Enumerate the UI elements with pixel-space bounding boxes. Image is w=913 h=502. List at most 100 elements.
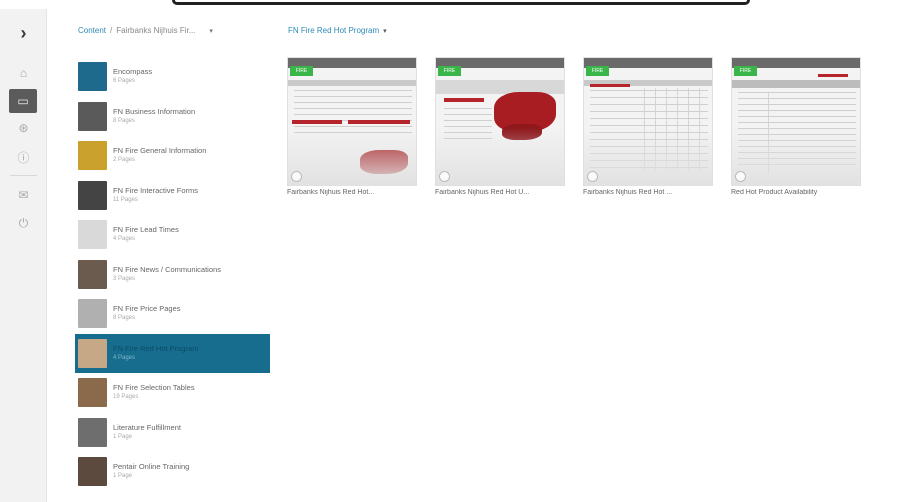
folder-item[interactable]: FN Fire General Information 2 Pages <box>75 136 270 176</box>
preview-line <box>738 110 856 111</box>
preview-icon <box>439 171 450 182</box>
folder-item[interactable]: Pentair Online Training 1 Page <box>75 452 270 492</box>
mail-icon[interactable]: ✉ <box>0 183 47 207</box>
folder-name: FN Fire General Information <box>113 146 207 156</box>
folder-page-count: 1 Page <box>113 473 133 480</box>
document-preview[interactable]: FIRE <box>583 57 713 186</box>
preview-icon <box>587 171 598 182</box>
preview-icon <box>291 171 302 182</box>
document-title[interactable]: Fairbanks Nijhuis Red Hot... <box>287 189 417 196</box>
fire-badge: FIRE <box>290 66 313 76</box>
document-grid: FIRE Fairbanks Nijhuis Red Hot... FIRE Fair… <box>287 57 879 196</box>
compass-icon[interactable]: ⊛ <box>0 116 47 140</box>
folder-page-count: 4 Pages <box>113 236 136 243</box>
power-icon[interactable]: ⏻ <box>0 211 47 235</box>
preview-redbar <box>590 84 630 87</box>
folder-thumbnail <box>78 62 107 92</box>
folder-thumbnail <box>78 417 107 447</box>
folder-name: Literature Fulfillment <box>113 422 181 432</box>
current-folder-menu[interactable]: FN Fire Red Hot Program ▾ <box>288 26 387 35</box>
folder-name: FN Fire Selection Tables <box>113 383 195 393</box>
folder-name: FN Fire Interactive Forms <box>113 185 199 195</box>
folder-thumbnail <box>78 299 107 329</box>
breadcrumb-separator: / <box>110 26 113 35</box>
folder-item[interactable]: FN Fire Interactive Forms 11 Pages <box>75 176 270 216</box>
preview-fade <box>288 127 416 185</box>
chevron-down-icon[interactable]: ▾ <box>209 27 213 35</box>
folder-item[interactable]: FN Fire Lead Times 4 Pages <box>75 215 270 255</box>
preview-line <box>738 122 856 123</box>
folder-item[interactable]: FN Business Information 8 Pages <box>75 97 270 137</box>
document-preview[interactable]: FIRE <box>435 57 565 186</box>
folder-thumbnail <box>78 180 107 210</box>
preview-line <box>738 104 856 105</box>
info-icon[interactable]: ⓘ <box>0 145 47 169</box>
folder-page-count: 6 Pages <box>113 78 136 85</box>
document-preview[interactable]: FIRE <box>287 57 417 186</box>
preview-line <box>294 126 412 127</box>
folder-page-count: 11 Pages <box>113 196 138 203</box>
folder-name: FN Fire Lead Times <box>113 225 179 235</box>
folder-list: Encompass 6 Pages FN Business Information 8… <box>75 57 270 492</box>
breadcrumb: Content / Fairbanks Nijhuis Fir... ▾ <box>78 26 213 35</box>
top-strip <box>0 0 913 9</box>
chevron-down-icon[interactable]: ▾ <box>383 27 387 35</box>
folder-thumbnail <box>78 378 107 408</box>
preview-fade <box>436 127 564 185</box>
folder-name: Pentair Online Training <box>113 462 190 472</box>
preview-fade <box>584 127 712 185</box>
folder-page-count: 4 Pages <box>113 354 136 361</box>
folder-name: Encompass <box>113 67 153 77</box>
preview-line <box>294 102 412 103</box>
breadcrumb-folder[interactable]: Fairbanks Nijhuis Fir... <box>116 26 195 35</box>
preview-line <box>444 126 492 127</box>
preview-line <box>444 108 492 109</box>
folder-item[interactable]: FN Fire Price Pages 8 Pages <box>75 294 270 334</box>
preview-line <box>294 90 412 91</box>
preview-fade <box>732 127 860 185</box>
preview-icon <box>735 171 746 182</box>
document-card[interactable]: FIRE Red Hot Product Availability <box>731 57 861 196</box>
folder-page-count: 8 Pages <box>113 315 136 322</box>
document-preview[interactable]: FIRE <box>731 57 861 186</box>
preview-line <box>590 118 708 119</box>
preview-line <box>444 120 492 121</box>
fire-badge: FIRE <box>586 66 609 76</box>
folder-page-count: 8 Pages <box>113 117 136 124</box>
folder-item[interactable]: Literature Fulfillment 1 Page <box>75 413 270 453</box>
current-folder-label[interactable]: FN Fire Red Hot Program <box>288 26 379 35</box>
folder-item[interactable]: FN Fire Selection Tables 19 Pages <box>75 373 270 413</box>
document-card[interactable]: FIRE Fairbanks Nijhuis Red Hot ... <box>583 57 713 196</box>
folder-item[interactable]: FN Fire News / Communications 3 Pages <box>75 255 270 295</box>
content-icon[interactable]: ▭ <box>9 89 37 113</box>
folder-item[interactable]: Encompass 6 Pages <box>75 57 270 97</box>
top-frame <box>172 0 750 5</box>
preview-band <box>436 80 564 94</box>
expand-icon[interactable]: › <box>0 21 47 45</box>
home-icon[interactable]: ⌂ <box>0 61 47 85</box>
preview-line <box>590 111 708 112</box>
preview-line <box>294 114 412 115</box>
preview-line <box>738 92 856 93</box>
document-title[interactable]: Fairbanks Nijhuis Red Hot ... <box>583 189 713 196</box>
preview-line <box>738 98 856 99</box>
preview-redbar <box>292 120 342 124</box>
folder-item[interactable]: FN Fire Red Hot Program 4 Pages <box>75 333 270 373</box>
folder-thumbnail <box>78 101 107 131</box>
folder-name: FN Business Information <box>113 106 196 116</box>
rail-divider <box>10 175 37 176</box>
preview-line <box>444 114 492 115</box>
folder-thumbnail <box>78 259 107 289</box>
breadcrumb-root[interactable]: Content <box>78 26 106 35</box>
document-card[interactable]: FIRE Fairbanks Nijhuis Red Hot... <box>287 57 417 196</box>
document-title[interactable]: Fairbanks Nijhuis Red Hot U... <box>435 189 565 196</box>
preview-line <box>294 96 412 97</box>
folder-page-count: 19 Pages <box>113 394 139 401</box>
document-card[interactable]: FIRE Fairbanks Nijhuis Red Hot U... <box>435 57 565 196</box>
folder-name: FN Fire Red Hot Program <box>113 343 199 353</box>
preview-redbar <box>348 120 410 124</box>
folder-thumbnail <box>78 457 107 487</box>
preview-redbar <box>444 98 484 102</box>
document-title[interactable]: Red Hot Product Availability <box>731 189 861 196</box>
folder-name: FN Fire Price Pages <box>113 304 181 314</box>
